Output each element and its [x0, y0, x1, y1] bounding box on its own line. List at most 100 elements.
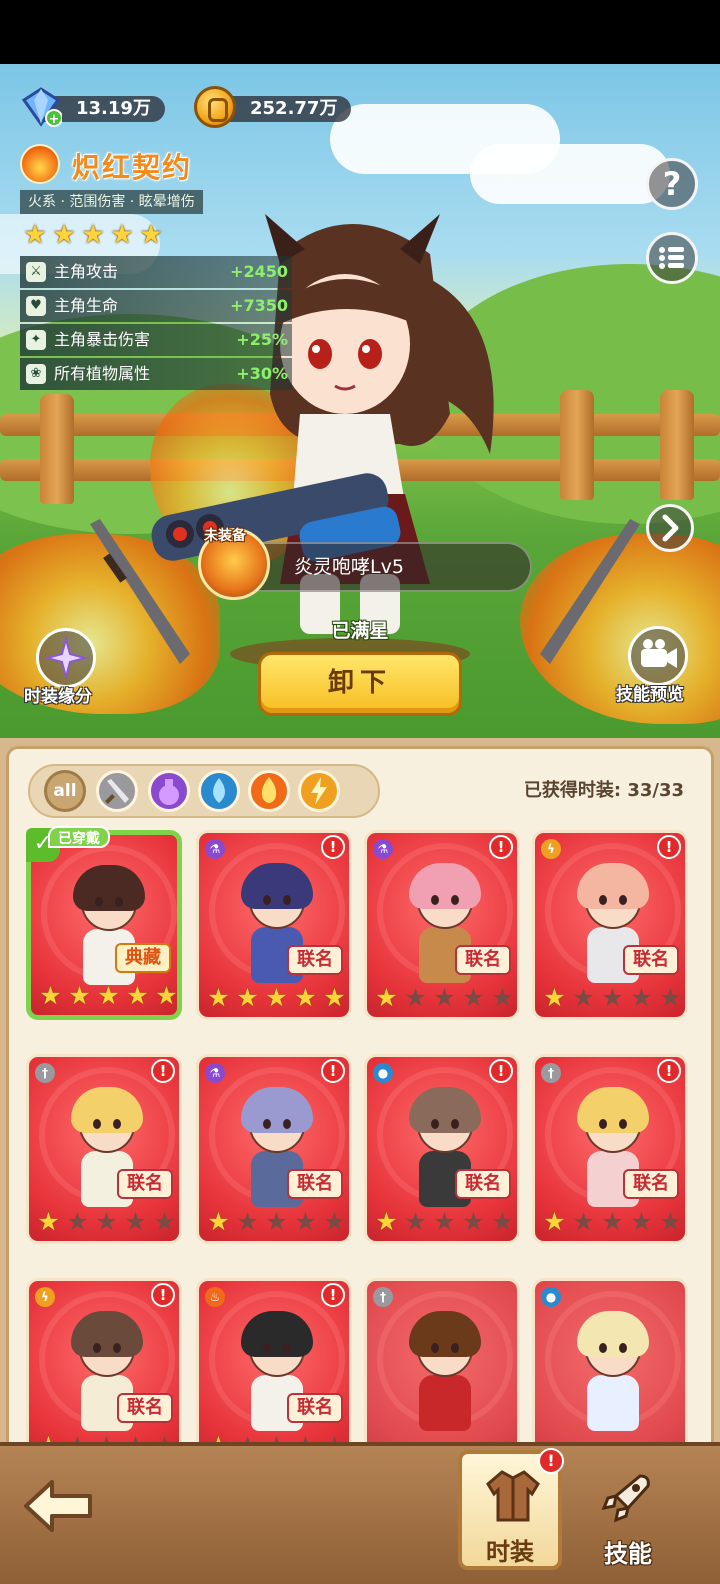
weapon-status: 未装备	[204, 528, 246, 544]
star-icon: ★	[95, 1207, 118, 1236]
coin-amount: 252.77万	[250, 98, 338, 119]
skin-stars: ★ ★ ★ ★ ★	[22, 222, 164, 250]
star-icon: ★	[543, 983, 566, 1012]
skin-card[interactable]: ⚗! 联名 ★ ★ ★ ★ ★	[364, 830, 520, 1020]
star-icon: ★	[572, 983, 595, 1012]
skin-card[interactable]: ϟ!联名★★★★★	[532, 830, 688, 1020]
stat-label: 所有植物属性	[54, 364, 151, 383]
skin-card[interactable]: ⚗! 联名 ★ ★ ★ ★ ★	[196, 1054, 352, 1244]
skin-card[interactable]: †! 联名 ★ ★ ★ ★ ★	[532, 1054, 688, 1244]
star-icon: ★	[265, 1207, 288, 1236]
star-icon: ★	[601, 983, 624, 1012]
bond-button[interactable]	[36, 628, 96, 688]
skin-card[interactable]: ϟ!联名★★★★★	[26, 1278, 182, 1468]
status-bar	[0, 0, 720, 64]
star-icon: ★	[630, 1207, 653, 1236]
star-icon: ★	[265, 983, 288, 1012]
star-icon: ★	[139, 220, 163, 250]
star-icon: ★	[294, 983, 317, 1012]
tab-skill[interactable]: 技能	[576, 1456, 680, 1576]
svg-text:+: +	[49, 112, 60, 127]
card-tag: 联名	[287, 945, 343, 975]
star-icon: ★	[37, 1207, 60, 1236]
filter-fire[interactable]	[248, 770, 290, 812]
tab-fashion[interactable]: 时装 !	[458, 1448, 564, 1570]
filter-water[interactable]	[198, 770, 240, 812]
attack-icon: ⚔	[26, 262, 46, 282]
alert-icon: !	[321, 835, 345, 859]
help-button[interactable]: ?	[646, 158, 698, 210]
avatar-eye	[431, 1119, 439, 1129]
star-icon: ★	[659, 983, 682, 1012]
worn-badge: 已穿戴	[48, 826, 110, 848]
unequip-button[interactable]: 卸下	[258, 652, 462, 716]
filter-sword[interactable]	[96, 770, 138, 812]
sword-element-icon: †	[373, 1287, 393, 1307]
rocket-icon	[601, 1474, 650, 1523]
skin-card[interactable]: ●! 联名 ★ ★ ★ ★ ★	[364, 1054, 520, 1244]
star-icon: ★	[601, 1207, 624, 1236]
alert-icon: !	[657, 1059, 681, 1083]
skin-card[interactable]: ♨!联名★★★★★	[196, 1278, 352, 1468]
skill-preview-label: 技能预览	[616, 685, 684, 705]
skin-card[interactable]: ⚗! 联名 ★ ★ ★ ★ ★	[196, 830, 352, 1020]
star-icon: ★	[52, 220, 76, 250]
star-icon: ★	[491, 1207, 514, 1236]
potion-element-icon: ⚗	[205, 1063, 225, 1083]
stat-value: +25%	[236, 330, 288, 349]
next-button[interactable]	[646, 504, 694, 552]
fence-post	[560, 390, 594, 500]
stat-label: 主角攻击	[54, 262, 119, 281]
alert-icon: !	[489, 835, 513, 859]
card-tag: 联名	[287, 1169, 343, 1199]
filter-potion[interactable]	[148, 770, 190, 812]
sparkle-icon	[43, 635, 89, 681]
alert-icon: !	[489, 1059, 513, 1083]
stat-row: ♥ 主角生命 +7350	[20, 290, 292, 322]
list-button[interactable]	[646, 232, 698, 284]
stat-label: 主角生命	[54, 296, 119, 315]
star-icon: ★	[572, 1207, 595, 1236]
filter-lightning[interactable]	[298, 770, 340, 812]
avatar-eye	[431, 895, 439, 905]
weapon-pill[interactable]: 炎灵咆哮Lv5	[236, 542, 532, 592]
alert-icon: !	[657, 835, 681, 859]
plant-icon: ❀	[26, 364, 46, 384]
filter-all[interactable]: all	[44, 770, 86, 812]
star-icon: ★	[23, 220, 47, 250]
card-stars: ★★★★★	[373, 1207, 516, 1237]
star-icon: ★	[323, 983, 346, 1012]
bond-label: 时装缘分	[24, 687, 92, 707]
star-icon: ★	[68, 981, 91, 1010]
gem-amount: 13.19万	[76, 98, 151, 119]
card-tag: 联名	[117, 1393, 173, 1423]
skin-card[interactable]: ●	[532, 1278, 688, 1468]
star-icon: ★	[375, 983, 398, 1012]
gem-icon[interactable]: +	[20, 86, 62, 128]
stat-row: ❀ 所有植物属性 +30%	[20, 358, 292, 390]
chevron-right-icon	[662, 514, 679, 542]
star-icon: ★	[110, 220, 134, 250]
camera-icon	[641, 639, 677, 668]
star-icon: ★	[433, 983, 456, 1012]
star-icon: ★	[126, 981, 149, 1010]
weapon-name: 炎灵咆哮Lv5	[294, 556, 404, 578]
potion-icon	[159, 779, 179, 805]
alert-icon: !	[321, 1283, 345, 1307]
skin-card[interactable]: †	[364, 1278, 520, 1468]
card-stars: ★★★★★	[373, 983, 516, 1013]
skill-preview-button[interactable]	[628, 626, 688, 686]
star-icon: ★	[404, 1207, 427, 1236]
avatar-eye	[93, 1343, 101, 1353]
skin-card[interactable]: †! 联名 ★ ★ ★ ★ ★	[26, 1054, 182, 1244]
water-drop-icon	[213, 778, 225, 803]
card-stars: ★★★★★	[37, 981, 177, 1011]
back-button[interactable]	[20, 1476, 96, 1536]
star-icon: ★	[124, 1207, 147, 1236]
sword-decoration	[90, 519, 190, 664]
star-icon: ★	[153, 1207, 176, 1236]
alert-icon: !	[321, 1059, 345, 1083]
star-icon: ★	[207, 983, 230, 1012]
avatar-eye	[619, 1119, 627, 1129]
star-icon: ★	[433, 1207, 456, 1236]
